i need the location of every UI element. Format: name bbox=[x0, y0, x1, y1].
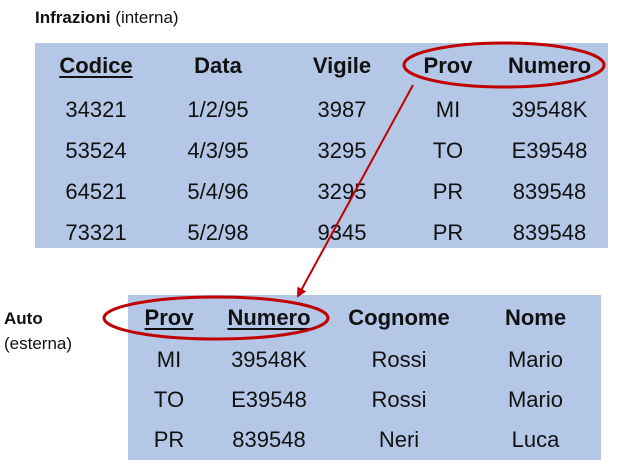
table-cell: Neri bbox=[378, 427, 420, 452]
table-cell: PR bbox=[432, 219, 464, 245]
table-cell: 53524 bbox=[65, 137, 127, 163]
table-cell: Luca bbox=[511, 427, 560, 452]
table-cell: TO bbox=[153, 387, 185, 412]
table-cell: Rossi bbox=[371, 347, 427, 372]
table-cell: 839548 bbox=[512, 219, 587, 245]
column-header-prov: Prov bbox=[423, 53, 473, 78]
table-row: 64521 5/4/96 3295 PR 839548 bbox=[35, 171, 608, 212]
column-header-codice: Codice bbox=[59, 53, 133, 78]
column-header-cognome: Cognome bbox=[348, 304, 450, 330]
auto-header-row: Prov Numero Cognome Nome bbox=[128, 295, 601, 340]
column-header-data: Data bbox=[194, 53, 242, 78]
auto-title: Auto (esterna) bbox=[4, 306, 72, 356]
table-cell: Mario bbox=[507, 387, 563, 412]
table-cell: 839548 bbox=[512, 178, 587, 204]
column-header-nome: Nome bbox=[504, 304, 567, 330]
table-cell: 73321 bbox=[65, 219, 127, 245]
auto-table: Prov Numero Cognome Nome MI 39548K Rossi… bbox=[128, 295, 601, 460]
table-cell: 39548K bbox=[231, 347, 307, 372]
table-cell: Rossi bbox=[371, 387, 427, 412]
table-cell: MI bbox=[435, 96, 461, 122]
infrazioni-title-rest: (interna) bbox=[110, 8, 179, 27]
infrazioni-title-bold: Infrazioni bbox=[35, 8, 111, 27]
table-row: 73321 5/2/98 9345 PR 839548 bbox=[35, 212, 608, 253]
column-header-numero: Numero bbox=[227, 304, 311, 330]
table-row: TO E39548 Rossi Mario bbox=[128, 380, 601, 420]
table-row: PR 839548 Neri Luca bbox=[128, 420, 601, 460]
table-cell: 3987 bbox=[317, 96, 367, 122]
table-cell: 839548 bbox=[232, 427, 306, 452]
infrazioni-header-row: Codice Data Vigile Prov Numero bbox=[35, 43, 608, 89]
infrazioni-title: Infrazioni (interna) bbox=[35, 8, 179, 28]
table-cell: MI bbox=[156, 347, 182, 372]
table-row: 34321 1/2/95 3987 MI 39548K bbox=[35, 89, 608, 130]
auto-title-bold: Auto bbox=[4, 309, 43, 328]
table-cell: Mario bbox=[507, 347, 563, 372]
table-cell: E39548 bbox=[511, 137, 588, 163]
table-cell: 64521 bbox=[65, 178, 127, 204]
table-cell: 3295 bbox=[317, 137, 367, 163]
table-cell: 1/2/95 bbox=[187, 96, 249, 122]
table-row: MI 39548K Rossi Mario bbox=[128, 340, 601, 380]
table-cell: TO bbox=[432, 137, 464, 163]
column-header-vigile: Vigile bbox=[312, 53, 372, 78]
table-row: 53524 4/3/95 3295 TO E39548 bbox=[35, 130, 608, 171]
infrazioni-table: Codice Data Vigile Prov Numero 34321 1/2… bbox=[35, 43, 608, 248]
table-cell: 3295 bbox=[317, 178, 367, 204]
table-cell: 39548K bbox=[511, 96, 588, 122]
table-cell: PR bbox=[432, 178, 464, 204]
table-cell: 4/3/95 bbox=[187, 137, 249, 163]
auto-title-rest: (esterna) bbox=[4, 334, 73, 353]
column-header-numero: Numero bbox=[507, 53, 592, 78]
column-header-prov: Prov bbox=[144, 304, 194, 330]
table-cell: 34321 bbox=[65, 96, 127, 122]
table-cell: E39548 bbox=[231, 387, 307, 412]
table-cell: 5/4/96 bbox=[187, 178, 249, 204]
table-cell: 9345 bbox=[317, 219, 367, 245]
table-cell: PR bbox=[153, 427, 185, 452]
table-cell: 5/2/98 bbox=[187, 219, 249, 245]
